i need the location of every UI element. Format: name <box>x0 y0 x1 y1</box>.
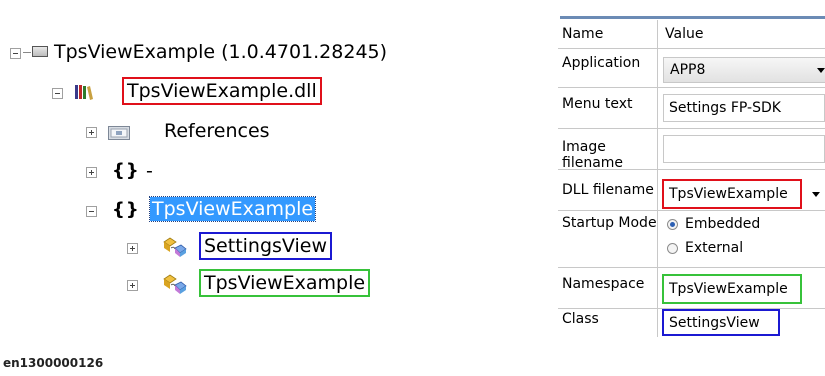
tree-dll-label: TpsViewExample.dll <box>122 77 322 105</box>
tree-root-label: TpsViewExample (1.0.4701.28245) <box>54 41 388 63</box>
dropdown-arrow-icon[interactable] <box>817 68 825 73</box>
library-books-icon <box>74 84 94 100</box>
menu-text-value: Settings FP-SDK <box>669 100 781 116</box>
property-name: Startup Mode <box>558 211 658 267</box>
collapse-toggle-icon[interactable] <box>52 88 63 99</box>
grid-row-startup-mode: Startup Mode Embedded External <box>558 211 825 267</box>
property-name: Image filename <box>558 129 658 171</box>
assembly-icon <box>32 46 48 57</box>
assembly-tree: TpsViewExample (1.0.4701.28245) TpsViewE… <box>0 0 520 340</box>
connector-line <box>23 52 31 53</box>
image-filename-input[interactable] <box>663 135 825 163</box>
grid-row-class: Class SettingsView <box>558 309 825 337</box>
expand-toggle-icon[interactable] <box>86 167 97 178</box>
expand-toggle-icon[interactable] <box>127 243 138 254</box>
namespace-input[interactable]: TpsViewExample <box>662 274 802 304</box>
namespace-braces-icon: {} <box>112 160 140 181</box>
grid-row-dll-filename: DLL filename TpsViewExample <box>558 170 825 210</box>
property-name: Application <box>558 49 658 87</box>
grid-row-menu-text: Menu text Settings FP-SDK <box>558 88 825 128</box>
property-value-cell <box>659 129 825 169</box>
property-value-cell: Settings FP-SDK <box>659 88 825 128</box>
radio-selected-icon[interactable] <box>667 219 678 230</box>
class-icon <box>161 236 187 258</box>
property-value-cell: TpsViewExample <box>659 268 825 308</box>
property-value-cell: Embedded External <box>659 211 825 267</box>
figure-id-caption: en1300000126 <box>3 356 104 370</box>
grid-row-application: Application APP8 <box>558 49 825 87</box>
grid-top-border <box>560 16 825 19</box>
class-icon <box>161 273 187 295</box>
namespace-value: TpsViewExample <box>669 281 788 297</box>
property-name: Menu text <box>558 88 658 128</box>
menu-text-input[interactable]: Settings FP-SDK <box>663 94 825 122</box>
grid-row-image-filename: Image filename <box>558 129 825 171</box>
application-selected-value: APP8 <box>670 62 706 78</box>
class-input[interactable]: SettingsView <box>662 309 780 336</box>
startup-mode-embedded-option[interactable]: Embedded <box>667 215 817 235</box>
expand-toggle-icon[interactable] <box>86 127 97 138</box>
collapse-toggle-icon[interactable] <box>86 206 97 217</box>
property-value-cell: TpsViewExample <box>659 170 825 210</box>
property-value-cell: APP8 <box>659 49 825 87</box>
dropdown-arrow-icon[interactable] <box>812 192 820 197</box>
embedded-label: Embedded <box>685 216 761 232</box>
namespace-braces-icon: {} <box>112 199 140 220</box>
collapse-toggle-icon[interactable] <box>10 48 21 59</box>
property-name: Class <box>558 309 658 337</box>
tree-namespace-selected-label: TpsViewExample <box>148 196 317 222</box>
property-name: DLL filename <box>558 170 658 210</box>
grid-header: Name Value <box>558 20 825 48</box>
property-name: Namespace <box>558 268 658 308</box>
grid-row-namespace: Namespace TpsViewExample <box>558 268 825 308</box>
dll-filename-value: TpsViewExample <box>669 186 788 202</box>
property-grid: Name Value Application APP8 Menu text Se… <box>558 16 825 337</box>
header-value-cell: Value <box>659 20 825 48</box>
expand-toggle-icon[interactable] <box>127 280 138 291</box>
property-value-cell: SettingsView <box>659 309 825 337</box>
tree-namespace-empty-label: - <box>146 160 153 182</box>
references-icon <box>108 125 130 140</box>
radio-unselected-icon[interactable] <box>667 243 678 254</box>
tree-class-settingsview-label: SettingsView <box>199 232 333 260</box>
header-value: Value <box>665 26 704 42</box>
tree-references-label: References <box>164 120 270 142</box>
external-label: External <box>685 240 744 256</box>
dll-filename-dropdown[interactable]: TpsViewExample <box>662 179 802 209</box>
application-dropdown[interactable]: APP8 <box>663 57 825 83</box>
class-value: SettingsView <box>669 315 760 331</box>
header-name: Name <box>558 20 658 48</box>
startup-mode-external-option[interactable]: External <box>667 239 817 259</box>
tree-class-tpsviewexample-label: TpsViewExample <box>199 269 371 297</box>
